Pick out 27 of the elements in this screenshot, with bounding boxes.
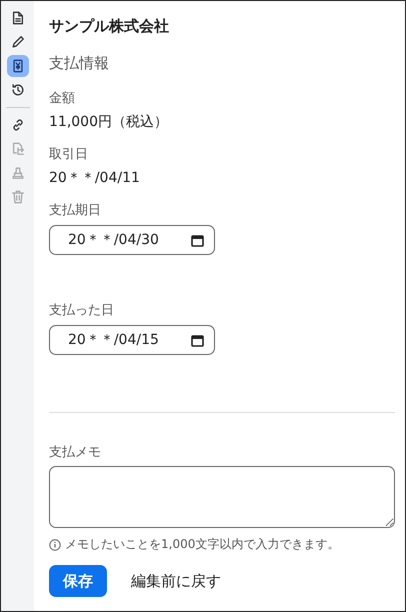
section-title: 支払情報 — [49, 54, 110, 73]
calendar-icon[interactable] — [191, 334, 204, 346]
document-icon — [10, 11, 24, 25]
amount-value: 11,000円（税込） — [49, 113, 169, 131]
date-field[interactable]: 20＊＊/04/15 — [49, 325, 215, 355]
calendar-icon[interactable] — [191, 234, 204, 246]
hint-text: メモしたいことを1,000文字以内で入力できます。 — [65, 536, 340, 553]
company-name: サンプル株式会社 — [49, 17, 170, 36]
field-label: 金額 — [49, 90, 76, 107]
field-label: 支払った日 — [49, 302, 115, 319]
document-arrow-icon — [10, 142, 24, 156]
field-label: 支払期日 — [49, 202, 102, 219]
pencil-icon — [10, 35, 24, 49]
memo-field[interactable] — [49, 466, 395, 528]
yen-icon — [10, 59, 24, 73]
trash-icon — [10, 190, 24, 204]
info-icon — [49, 538, 61, 550]
sidebar-button[interactable] — [6, 55, 28, 77]
link-icon — [10, 118, 24, 132]
save-button[interactable]: 保存 — [49, 565, 107, 597]
field-label: 支払メモ — [49, 444, 102, 461]
stamp-icon — [10, 166, 24, 180]
field-label: 取引日 — [49, 146, 89, 163]
date-field[interactable]: 20＊＊/04/30 — [49, 225, 215, 255]
date-value: 20＊＊/04/11 — [49, 169, 141, 187]
revert-button[interactable]: 編集前に戻す — [131, 572, 221, 590]
history-icon — [10, 83, 24, 97]
